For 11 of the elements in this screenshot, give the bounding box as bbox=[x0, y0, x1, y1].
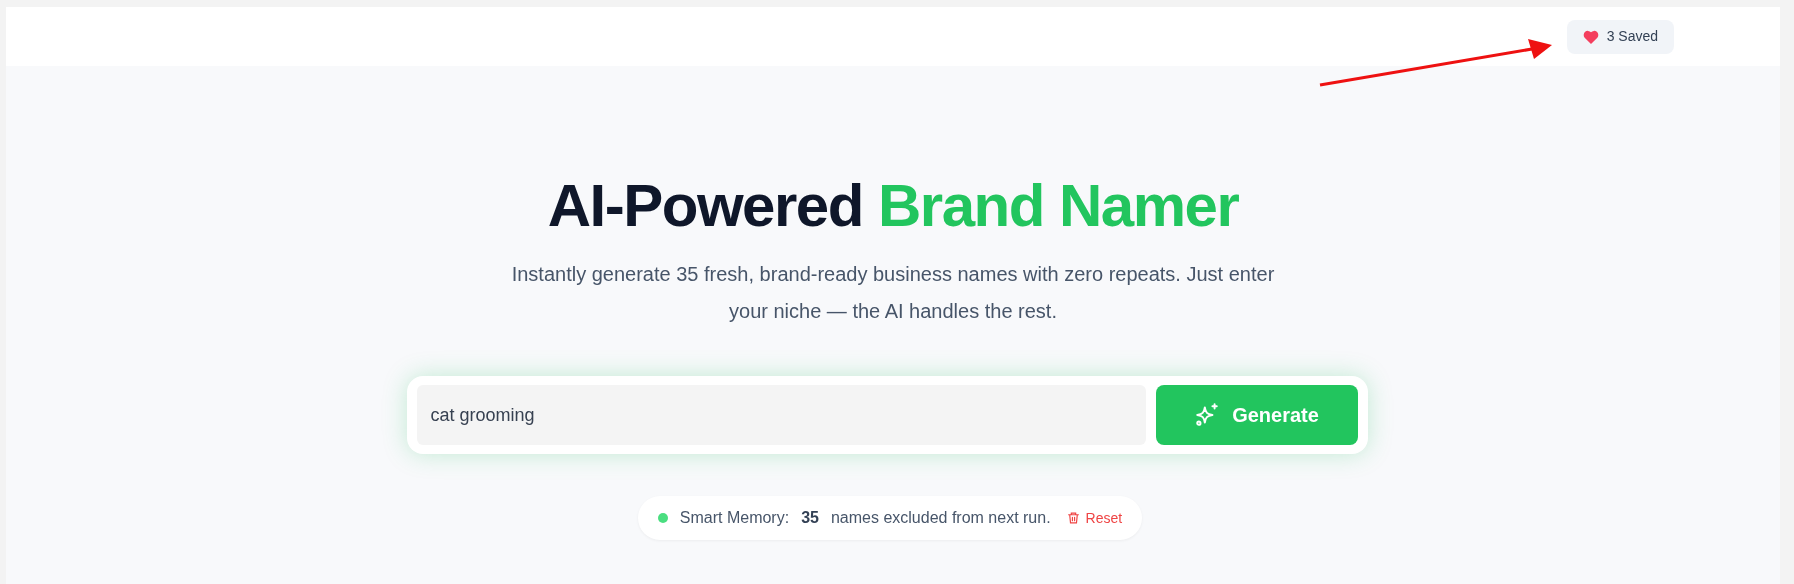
excluded-count: 35 bbox=[801, 508, 819, 528]
memory-text: names excluded from next run. bbox=[830, 508, 1051, 528]
reset-button[interactable]: Reset bbox=[1066, 507, 1123, 529]
heart-icon bbox=[1582, 29, 1599, 44]
page-title: AI-Powered Brand Namer bbox=[547, 171, 1239, 241]
saved-button[interactable]: 3 Saved bbox=[1566, 19, 1674, 54]
trash-icon bbox=[1066, 511, 1080, 525]
input-field[interactable]: cat grooming bbox=[416, 385, 1146, 445]
sparkle-icon bbox=[1194, 402, 1221, 428]
subtitle: Instantly generate 35 fresh, brand-ready business names with zero repeats. Just enter your niche — the AI handles the rest. bbox=[510, 262, 1276, 324]
memory-label: Smart Memory: bbox=[679, 508, 790, 528]
